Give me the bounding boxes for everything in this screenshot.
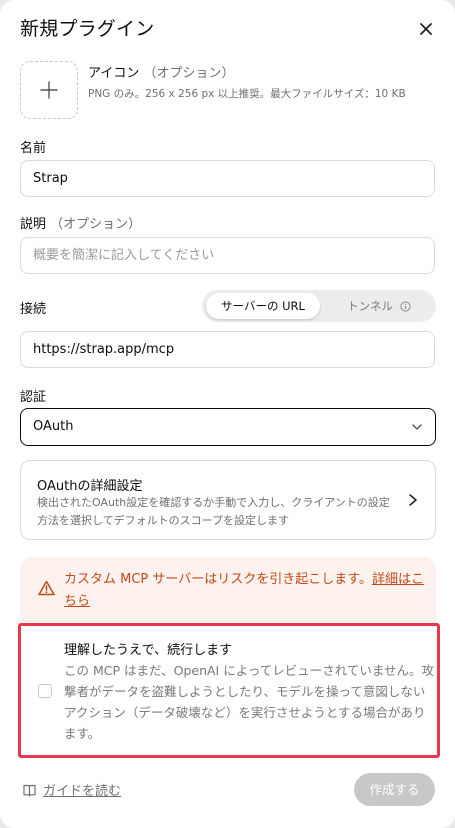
- chevron-right-icon: [409, 494, 417, 506]
- icon-upload-help: PNG のみ。256 x 256 px 以上推奨。最大ファイルサイズ：10 KB: [88, 88, 406, 100]
- info-icon: [400, 301, 411, 312]
- close-button[interactable]: [415, 18, 437, 40]
- book-icon: [23, 784, 36, 797]
- chevron-down-icon: [412, 424, 422, 430]
- read-guide-label: ガイドを読む: [43, 784, 122, 799]
- icon-upload-button[interactable]: [20, 61, 78, 119]
- auth-select-value: OAuth: [33, 419, 74, 434]
- oauth-card-description: 検出されたOAuth設定を確認するか手動で入力し、クライアントの設定方法を選択し…: [37, 496, 390, 527]
- connection-option-tunnel[interactable]: トンネル: [326, 293, 432, 319]
- acknowledge-description: この MCP はまだ、OpenAI によってレビューされていません。攻撃者がデー…: [64, 663, 434, 741]
- icon-upload-title: アイコン: [88, 66, 140, 81]
- risk-warning-text: カスタム MCP サーバーはリスクを引き起こします。詳細はこちら: [64, 569, 424, 613]
- icon-upload-label: アイコン （オプション）: [88, 62, 235, 81]
- plus-icon: [40, 81, 58, 99]
- oauth-advanced-settings-card[interactable]: OAuthの詳細設定 検出されたOAuth設定を確認するか手動で入力し、クライア…: [20, 460, 436, 540]
- connection-type-toggle: サーバーの URL トンネル: [202, 290, 436, 322]
- name-label: 名前: [20, 141, 47, 156]
- auth-select[interactable]: OAuth: [20, 408, 436, 446]
- close-icon: [420, 23, 432, 35]
- server-url-input[interactable]: https://strap.app/mcp: [20, 331, 435, 368]
- oauth-card-title: OAuthの詳細設定: [37, 479, 143, 494]
- icon-upload-optional: （オプション）: [143, 66, 235, 81]
- connection-label: 接続: [20, 302, 47, 317]
- description-optional: （オプション）: [50, 217, 142, 232]
- create-button[interactable]: 作成する: [354, 773, 435, 806]
- description-input[interactable]: 概要を簡潔に記入してください: [20, 237, 435, 274]
- risk-warning-message: カスタム MCP サーバーはリスクを引き起こします。: [64, 572, 372, 587]
- read-guide-link[interactable]: ガイドを読む: [22, 780, 121, 799]
- auth-label: 認証: [20, 390, 47, 405]
- dialog-header: 新規プラグイン: [20, 14, 437, 44]
- connection-option-server-url-label: サーバーの URL: [221, 299, 305, 313]
- name-input[interactable]: Strap: [20, 160, 435, 197]
- connection-option-server-url[interactable]: サーバーの URL: [206, 293, 320, 319]
- new-plugin-dialog: 新規プラグイン アイコン （オプション） PNG のみ。256 x 256 px…: [0, 0, 455, 828]
- acknowledge-checkbox[interactable]: [38, 684, 52, 698]
- description-label: 説明 （オプション）: [20, 213, 141, 232]
- connection-option-tunnel-label: トンネル: [347, 299, 394, 313]
- description-label-text: 説明: [20, 217, 47, 232]
- warning-icon: [38, 580, 55, 596]
- acknowledge-risk-section: 理解したうえで、続行します この MCP はまだ、OpenAI によってレビュー…: [18, 623, 440, 758]
- dialog-title: 新規プラグイン: [20, 18, 155, 40]
- acknowledge-title: 理解したうえで、続行します: [64, 643, 233, 658]
